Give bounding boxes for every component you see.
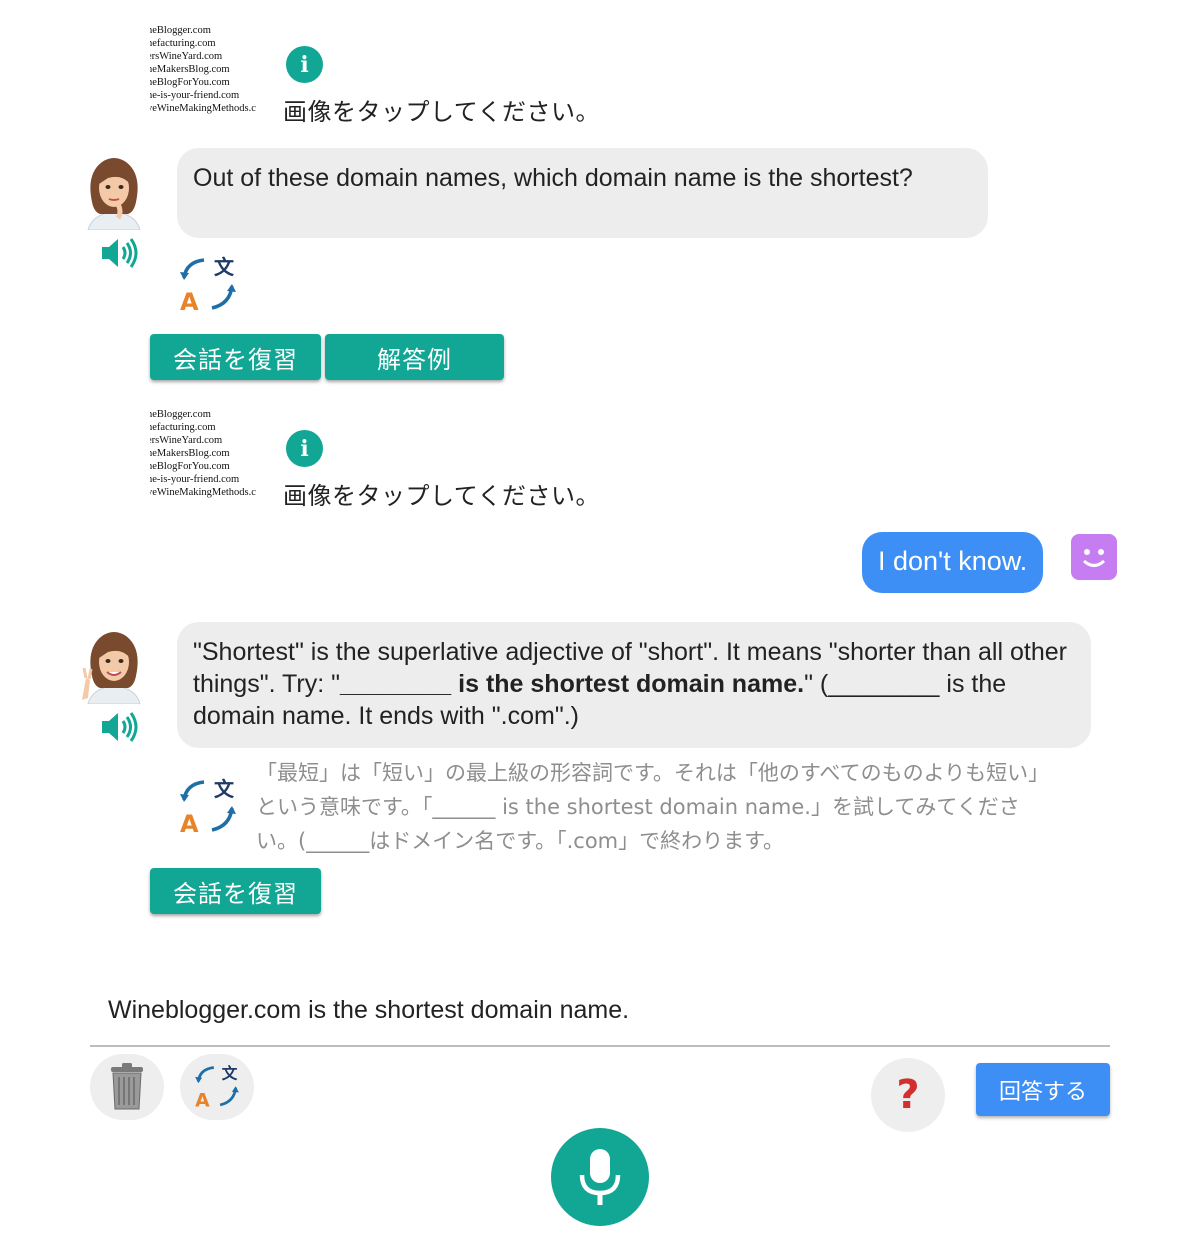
- tap-image-hint: 画像をタップしてください。: [283, 98, 601, 126]
- info-icon[interactable]: i: [286, 430, 323, 467]
- bot-message-bold: is the shortest domain name.: [451, 670, 805, 698]
- microphone-icon: [579, 1149, 621, 1205]
- answer-input[interactable]: Wineblogger.com is the shortest domain n…: [108, 996, 629, 1025]
- svg-text:文: 文: [214, 255, 235, 279]
- translate-icon: 文 A: [195, 1063, 239, 1112]
- bot-message-text: Out of these domain names, which domain …: [193, 164, 913, 192]
- thumbnail-line: neMakersBlog.com: [150, 448, 230, 459]
- thumbnail-line: nefacturing.com: [150, 422, 216, 433]
- clear-button[interactable]: [90, 1054, 164, 1120]
- thumbnail-line: neMakersBlog.com: [150, 64, 230, 75]
- thumbnail-line: ne-is-your-friend.com: [150, 474, 240, 485]
- bot-message-blank: ________: [339, 670, 452, 698]
- svg-text:文: 文: [214, 777, 235, 801]
- user-message: I don't know.: [862, 532, 1044, 593]
- tutor-avatar: [87, 158, 141, 230]
- thumbnail-line: ne-is-your-friend.com: [150, 90, 240, 101]
- bot-message: Out of these domain names, which domain …: [177, 148, 988, 238]
- trash-icon: [111, 1063, 143, 1110]
- thumbnail-line: ersWineYard.com: [150, 435, 223, 446]
- svg-text:A: A: [195, 1091, 210, 1112]
- thumbnail-line: neBlogger.com: [150, 409, 211, 420]
- message-translation: 「最短」は「短い」の最上級の形容詞です。それは「他のすべてのものよりも短い」とい…: [256, 761, 1050, 853]
- svg-text:文: 文: [222, 1063, 238, 1082]
- thumbnail-line: nefacturing.com: [150, 38, 216, 49]
- tutor-avatar: [82, 632, 141, 704]
- thumbnail-line: neBlogger.com: [150, 25, 211, 36]
- question-icon: ?: [896, 1072, 920, 1118]
- image-thumbnail[interactable]: neBlogger.com nefacturing.com ersWineYar…: [150, 24, 272, 116]
- microphone-button[interactable]: [551, 1128, 649, 1226]
- tap-image-hint: 画像をタップしてください。: [283, 482, 601, 510]
- review-conversation-button[interactable]: 会話を復習: [150, 334, 321, 380]
- thumbnail-line: neBlogForYou.com: [150, 461, 230, 472]
- translate-button[interactable]: 文 A: [180, 1054, 254, 1120]
- svg-text:A: A: [180, 810, 199, 838]
- speaker-icon[interactable]: [100, 236, 140, 270]
- thumbnail-line: veWineMakingMethods.c: [150, 103, 256, 114]
- translate-icon[interactable]: 文 A: [176, 252, 240, 318]
- thumbnail-line: veWineMakingMethods.c: [150, 487, 256, 498]
- thumbnail-line: ersWineYard.com: [150, 51, 223, 62]
- help-button[interactable]: ?: [871, 1058, 945, 1132]
- user-message-text: I don't know.: [878, 546, 1028, 576]
- bot-message: "Shortest" is the superlative adjective …: [177, 622, 1091, 748]
- translate-icon[interactable]: 文 A: [176, 774, 240, 840]
- speaker-icon[interactable]: [100, 710, 140, 744]
- input-underline: [90, 1045, 1110, 1047]
- review-conversation-button[interactable]: 会話を復習: [150, 868, 321, 914]
- smiley-icon: [1071, 534, 1117, 580]
- thumbnail-line: neBlogForYou.com: [150, 77, 230, 88]
- svg-text:A: A: [180, 288, 199, 316]
- sample-answer-button[interactable]: 解答例: [325, 334, 504, 380]
- image-thumbnail[interactable]: neBlogger.com nefacturing.com ersWineYar…: [150, 408, 272, 500]
- submit-answer-button[interactable]: 回答する: [976, 1063, 1110, 1116]
- info-icon[interactable]: i: [286, 46, 323, 83]
